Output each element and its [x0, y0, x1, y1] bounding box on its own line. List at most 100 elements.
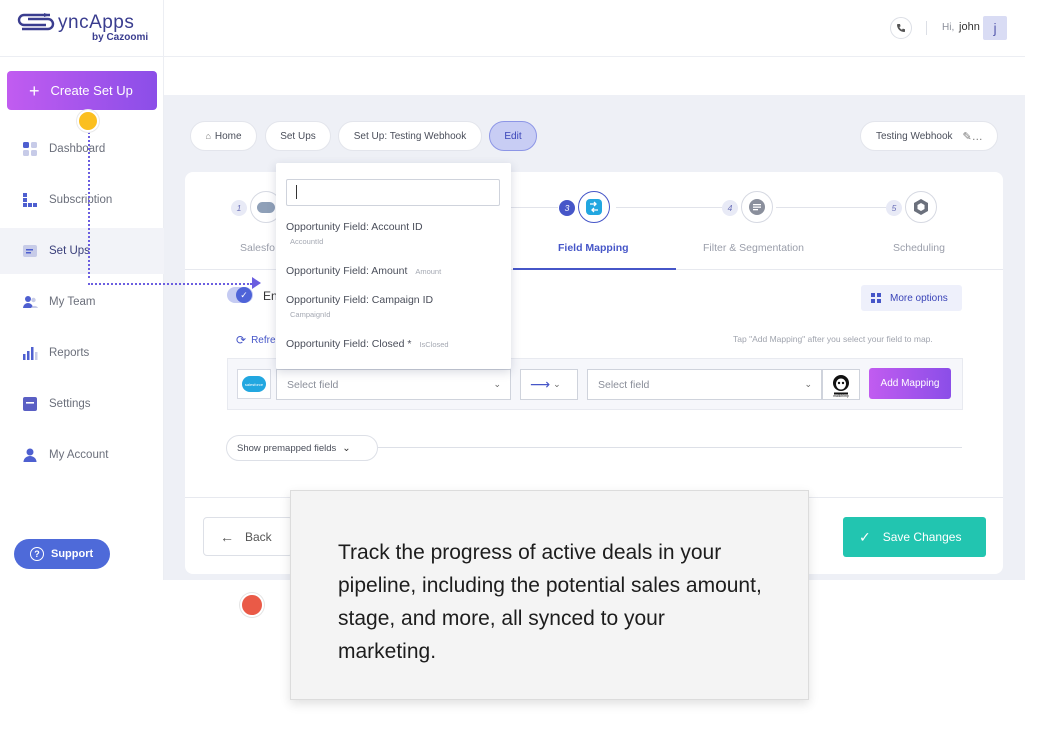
target-field-select[interactable]: Select field ⌄ [587, 369, 822, 400]
step-4-number: 4 [722, 200, 738, 216]
show-premapped-button[interactable]: Show premapped fields ⌄ [226, 435, 378, 461]
reports-icon [23, 347, 38, 360]
check-icon: ✓ [236, 287, 252, 303]
setup-name-label: Testing Webhook [876, 130, 953, 142]
logo-subtitle: by Cazoomi [92, 32, 149, 43]
scheduling-icon [914, 199, 928, 215]
tour-arrow-icon [252, 277, 261, 289]
dropdown-option-account-id[interactable]: Opportunity Field: Account ID [286, 221, 423, 233]
check-icon: ✓ [859, 528, 871, 545]
support-label: Support [51, 548, 94, 560]
edit-label: Edit [504, 130, 522, 142]
tour-connector-line [88, 132, 90, 278]
add-mapping-button[interactable]: Add Mapping [869, 368, 951, 399]
option-label: Opportunity Field: Amount [286, 265, 408, 277]
avatar[interactable]: j [983, 16, 1007, 40]
save-changes-button[interactable]: ✓ Save Changes [843, 517, 986, 557]
pencil-icon: ✎… [962, 130, 983, 143]
breadcrumb-current-label: Set Up: Testing Webhook [353, 130, 467, 142]
step-3-label: Field Mapping [558, 242, 629, 254]
sidebar-item-label: My Account [49, 449, 109, 461]
sidebar: yncApps by Cazoomi + Create Set Up Dashb… [0, 0, 164, 580]
dropdown-search-input[interactable] [286, 179, 500, 206]
subscription-icon [23, 193, 37, 207]
setup-name-badge[interactable]: Testing Webhook ✎… [860, 121, 998, 151]
sidebar-item-label: Dashboard [49, 143, 106, 155]
back-button[interactable]: ← Back [203, 517, 293, 556]
breadcrumb-home[interactable]: ⌂ Home [190, 121, 257, 151]
mapping-hint: Tap "Add Mapping" after you select your … [733, 334, 933, 344]
dropdown-option-amount[interactable]: Opportunity Field: Amount Amount [286, 265, 441, 277]
more-options-button[interactable]: More options [861, 285, 962, 311]
tour-hotspot-yellow[interactable] [77, 110, 99, 132]
option-api-name: CampaignId [290, 310, 331, 319]
step-5-number: 5 [886, 200, 902, 216]
arrow-right-icon: ⟶ [530, 376, 551, 392]
tour-hotspot-red[interactable] [240, 593, 264, 617]
create-setup-button[interactable]: + Create Set Up [7, 71, 157, 110]
dropdown-option-campaign-id[interactable]: Opportunity Field: Campaign ID [286, 294, 433, 306]
sidebar-item-label: Set Ups [49, 245, 90, 257]
sidebar-item-reports[interactable]: Reports [0, 330, 164, 376]
refresh-button[interactable]: ⟳ Refre [236, 333, 276, 347]
more-options-label: More options [890, 292, 948, 304]
help-icon: ? [30, 547, 44, 561]
mailchimp-logo: mailchimp [822, 369, 860, 400]
user-greeting: Hi, john [942, 21, 980, 33]
salesforce-icon [257, 201, 275, 213]
step-1-number: 1 [231, 200, 247, 216]
sidebar-item-settings[interactable]: Settings [0, 381, 164, 427]
mapping-direction-select[interactable]: ⟶ ⌄ [520, 369, 578, 400]
breadcrumb-setups-label: Set Ups [280, 130, 316, 142]
mailchimp-icon [833, 374, 849, 394]
sidebar-item-label: Settings [49, 398, 91, 410]
sidebar-item-dashboard[interactable]: Dashboard [0, 126, 164, 172]
logo-wordmark: yncApps [58, 12, 135, 33]
home-icon: ⌂ [205, 131, 211, 141]
target-field-placeholder: Select field [598, 378, 650, 391]
create-setup-label: Create Set Up [50, 83, 133, 98]
chevron-down-icon: ⌄ [804, 379, 812, 389]
dashboard-icon [23, 142, 37, 156]
step-4-label: Filter & Segmentation [703, 242, 804, 254]
sidebar-item-label: Subscription [49, 194, 113, 206]
option-label: Opportunity Field: Closed * [286, 338, 412, 350]
support-button[interactable]: ? Support [14, 539, 110, 569]
phone-button[interactable] [890, 17, 912, 39]
sidebar-item-my-team[interactable]: My Team [0, 279, 164, 325]
account-icon [23, 448, 37, 462]
step-3-field-mapping[interactable] [578, 191, 610, 223]
syncapps-logo[interactable]: yncApps by Cazoomi [16, 10, 156, 46]
tour-tooltip-text: Track the progress of active deals in yo… [338, 541, 762, 663]
filter-icon [749, 199, 765, 215]
breadcrumb-setups[interactable]: Set Ups [265, 121, 331, 151]
tour-tooltip: Track the progress of active deals in yo… [290, 490, 809, 700]
option-api-name: Amount [415, 267, 442, 276]
breadcrumb-home-label: Home [214, 130, 242, 142]
sidebar-item-setups[interactable]: Set Ups [0, 228, 164, 274]
text-cursor [296, 185, 297, 199]
save-changes-label: Save Changes [882, 530, 962, 544]
breadcrumb-current-setup[interactable]: Set Up: Testing Webhook [338, 121, 482, 151]
source-field-select[interactable]: Select field ⌄ [276, 369, 511, 400]
tour-connector-line [88, 283, 252, 285]
sidebar-item-label: My Team [49, 296, 96, 308]
step-4-filter[interactable] [741, 191, 773, 223]
refresh-icon: ⟳ [236, 333, 247, 347]
step-5-scheduling[interactable] [905, 191, 937, 223]
field-mapping-icon [586, 199, 602, 215]
salesforce-logo: salesforce [237, 369, 271, 399]
step-3-number: 3 [559, 200, 575, 216]
source-field-placeholder: Select field [287, 378, 339, 391]
sidebar-item-my-account[interactable]: My Account [0, 432, 164, 478]
sidebar-item-subscription[interactable]: Subscription [0, 177, 164, 223]
greeting-prefix: Hi, [942, 22, 955, 33]
header-divider [0, 56, 1025, 57]
arrow-left-icon: ← [220, 528, 234, 545]
step-connector [776, 207, 898, 208]
option-api-name: AccountId [290, 237, 324, 246]
step-connector [616, 207, 738, 208]
dropdown-option-closed[interactable]: Opportunity Field: Closed * IsClosed [286, 338, 449, 350]
edit-button[interactable]: Edit [489, 121, 537, 151]
option-label: Opportunity Field: Campaign ID [286, 294, 434, 306]
